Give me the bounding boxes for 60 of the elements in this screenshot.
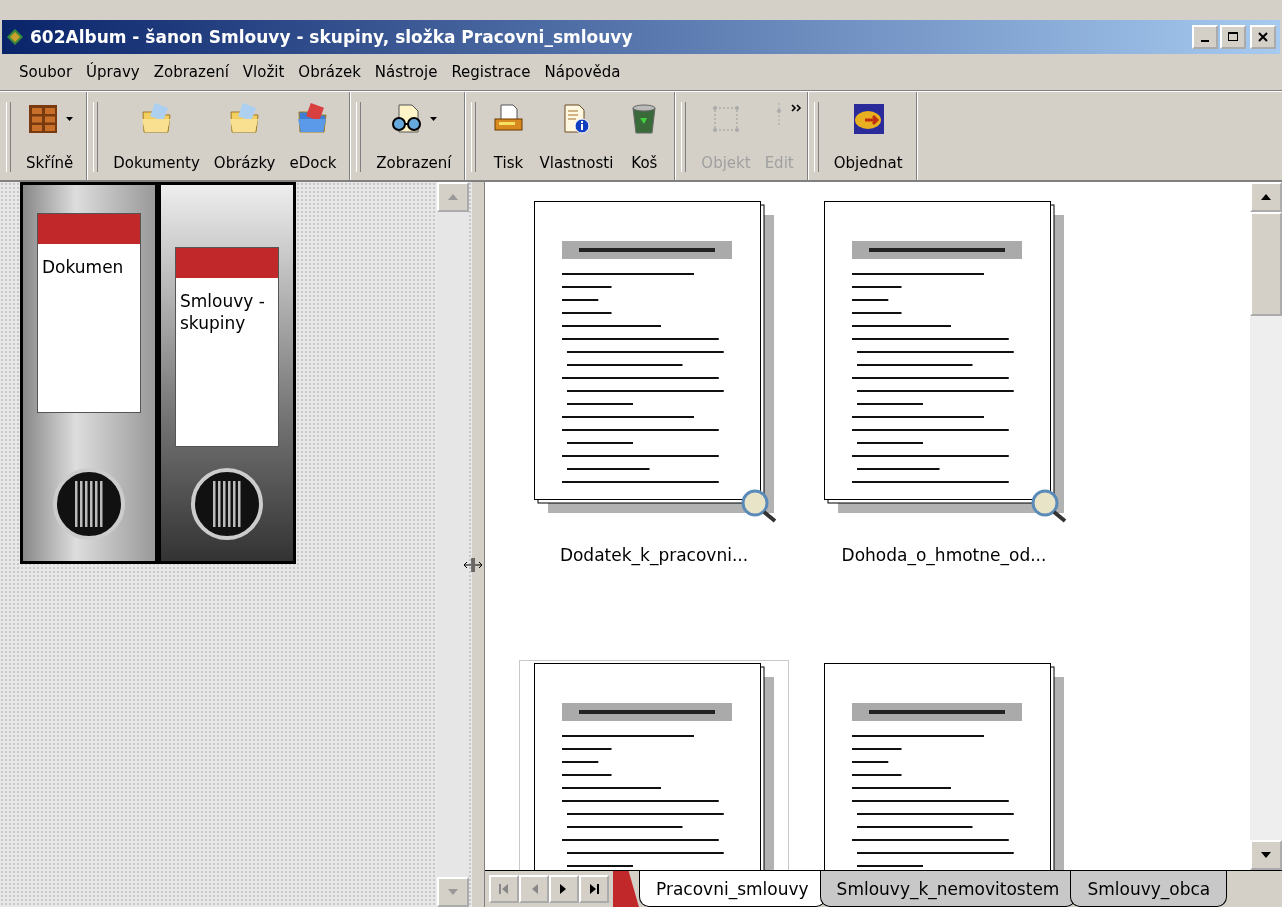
binder-label: Dokumen: [41, 256, 125, 279]
tab-corner-marker: [613, 871, 639, 907]
toolbar-button[interactable]: Obrázky: [206, 100, 283, 174]
menu-item[interactable]: Soubor: [12, 63, 80, 81]
scroll-up-button[interactable]: [1250, 182, 1282, 212]
caret-icon: [430, 117, 438, 121]
toolbar-button[interactable]: Tisk: [484, 100, 533, 174]
toolbar-button[interactable]: Koš: [620, 100, 669, 174]
caret-icon: [66, 117, 74, 121]
minimize-button[interactable]: [1192, 25, 1218, 49]
down-arrow-icon: [448, 889, 458, 895]
toolbar-button[interactable]: Zobrazení: [369, 100, 459, 174]
document-name: Dodatek_k_pracovni...: [559, 545, 749, 565]
toolbar-button[interactable]: eDock: [282, 100, 344, 174]
menu-item[interactable]: Vložit: [235, 63, 292, 81]
toolbar-button[interactable]: Skříně: [19, 100, 81, 174]
dotted-handle-icon: [776, 102, 783, 126]
minimize-icon: [1201, 39, 1209, 42]
first-icon: [499, 883, 509, 895]
window-title: 602Album - šanon Smlouvy - skupiny, složka Pracovni_smlouvy: [30, 27, 634, 47]
magnifier-icon: [1031, 489, 1069, 523]
down-arrow-icon: [1261, 852, 1271, 858]
binder[interactable]: Dokumen: [20, 182, 158, 564]
toolbar-button[interactable]: Objednat: [826, 100, 910, 174]
maximize-button[interactable]: [1220, 25, 1246, 49]
last-icon: [589, 883, 599, 895]
scrollbar[interactable]: [1250, 182, 1282, 870]
app-icon: [6, 28, 24, 46]
menu-item[interactable]: Zobrazení: [146, 63, 236, 81]
menu-item[interactable]: Nástroje: [367, 63, 445, 81]
resize-cursor-icon: [464, 558, 482, 572]
magnifier-icon: [741, 489, 779, 523]
binder[interactable]: Smlouvy - skupiny: [158, 182, 296, 564]
close-button[interactable]: [1250, 25, 1276, 49]
folder-tab[interactable]: Smlouvy_obca: [1070, 871, 1228, 907]
document-item[interactable]: Dohoda_o_hmotne_od...: [809, 198, 1079, 638]
ring-icon: [52, 467, 126, 541]
scroll-thumb[interactable]: [1250, 212, 1282, 316]
toolbar-button[interactable]: Vlastnosti: [532, 100, 621, 174]
document-name: Dohoda_o_hmotne_od...: [841, 545, 1047, 565]
menu-item[interactable]: Úpravy: [79, 63, 147, 81]
scroll-down-button[interactable]: [1250, 840, 1282, 870]
menu-item[interactable]: Obrázek: [291, 63, 368, 81]
folder-icon: [295, 102, 330, 136]
tab-scroll-button[interactable]: [549, 875, 579, 903]
menu-item[interactable]: Nápověda: [537, 63, 628, 81]
menu-item[interactable]: Registrace: [444, 63, 538, 81]
toolbar-button[interactable]: Dokumenty: [106, 100, 207, 174]
folder-icon: [227, 102, 262, 136]
chevron-icon[interactable]: [790, 104, 803, 112]
palette-icon: [851, 102, 886, 136]
close-icon: [1257, 32, 1269, 42]
tab-scroll-button[interactable]: [579, 875, 609, 903]
binder-label: Smlouvy - skupiny: [179, 290, 266, 335]
folder-icon: [139, 102, 174, 136]
document-item[interactable]: Dodatek_k_pracovni...: [519, 198, 789, 638]
maximize-icon: [1227, 32, 1239, 42]
up-arrow-icon: [448, 194, 458, 200]
ring-icon: [190, 467, 264, 541]
up-arrow-icon: [1261, 194, 1271, 200]
